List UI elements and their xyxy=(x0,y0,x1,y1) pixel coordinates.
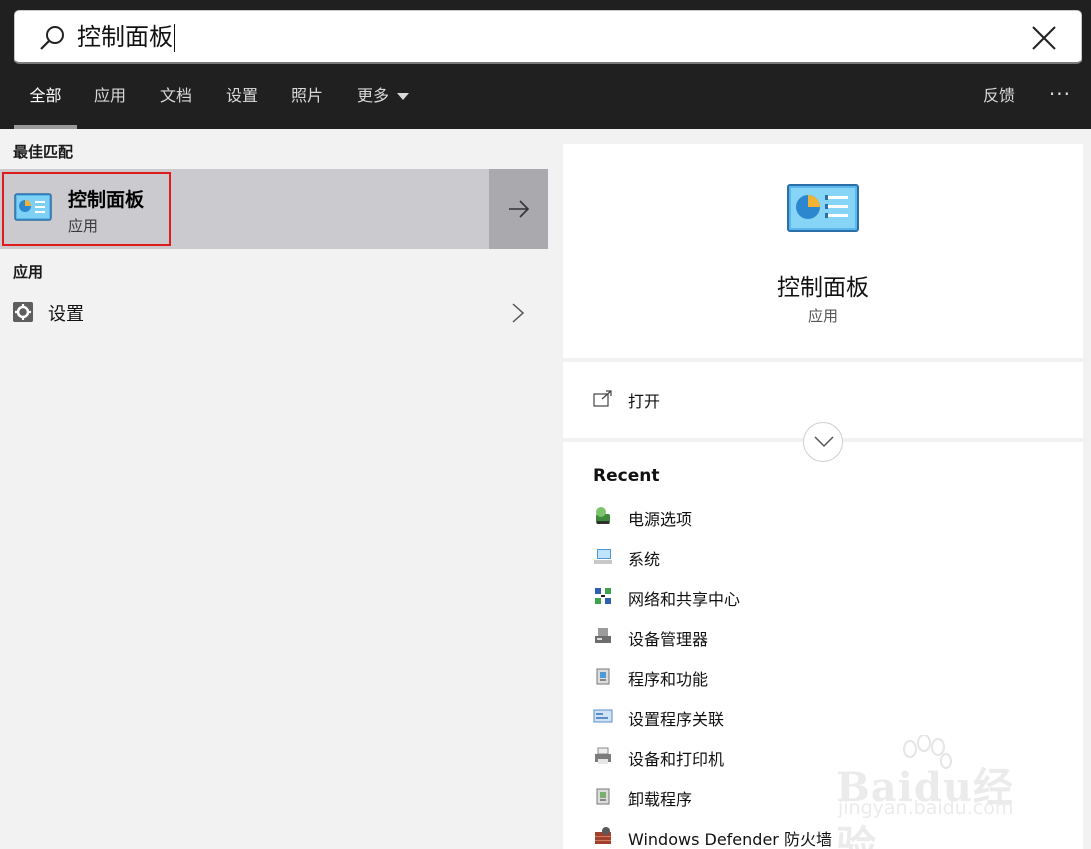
filter-tabs: 全部 应用 文档 设置 照片 更多 反馈 ··· xyxy=(0,74,1091,129)
tab-all[interactable]: 全部 xyxy=(14,74,77,129)
best-match-subtitle: 应用 xyxy=(68,217,99,235)
tab-apps[interactable]: 应用 xyxy=(88,74,132,129)
best-match-item[interactable]: 控制面板 应用 xyxy=(0,169,487,249)
app-item-settings[interactable]: 设置 xyxy=(0,292,548,332)
apps-heading: 应用 xyxy=(13,263,44,281)
power-options-icon xyxy=(596,507,610,524)
firewall-icon xyxy=(595,827,611,844)
recent-item-label: 电源选项 xyxy=(628,510,693,529)
app-item-label: 设置 xyxy=(48,304,84,325)
system-icon xyxy=(594,549,612,564)
feedback-button[interactable]: 反馈 xyxy=(983,74,1015,117)
open-button[interactable]: 打开 xyxy=(563,382,1083,418)
best-match-title: 控制面板 xyxy=(68,189,145,211)
search-input[interactable]: 控制面板 xyxy=(77,21,175,53)
tab-photos[interactable]: 照片 xyxy=(285,74,329,129)
recent-item[interactable]: 网络和共享中心 xyxy=(593,582,1073,612)
recent-item-label: Windows Defender 防火墙 xyxy=(628,830,832,849)
open-label: 打开 xyxy=(628,392,661,411)
recent-item-label: 程序和功能 xyxy=(628,670,709,689)
recent-item-label: 设备管理器 xyxy=(628,630,709,649)
open-details-button[interactable] xyxy=(489,169,548,249)
recent-item[interactable]: 程序和功能 xyxy=(593,662,1073,692)
programs-icon xyxy=(596,668,610,685)
baidu-watermark: Baidu经验 jingyan.baidu.com xyxy=(836,735,1036,849)
uninstall-icon xyxy=(596,788,610,805)
search-box[interactable]: 控制面板 xyxy=(14,10,1082,64)
best-match-row: 控制面板 应用 xyxy=(0,169,548,249)
tab-label: 全部 xyxy=(29,86,62,105)
tab-label: 应用 xyxy=(93,86,126,105)
arrow-right-icon xyxy=(509,200,530,218)
app-preview-card: 控制面板 应用 xyxy=(563,144,1083,358)
expand-button[interactable] xyxy=(803,422,843,462)
chevron-right-icon xyxy=(512,303,525,323)
search-header: 控制面板 全部 应用 文档 设置 照片 更多 反馈 ··· xyxy=(0,0,1091,129)
tab-more[interactable]: 更多 xyxy=(350,74,416,129)
recent-heading: Recent xyxy=(593,466,660,486)
printer-icon xyxy=(595,747,611,764)
recent-item[interactable]: 系统 xyxy=(593,542,1073,572)
network-icon xyxy=(595,588,611,604)
more-options-button[interactable]: ··· xyxy=(1049,74,1071,114)
best-match-heading: 最佳匹配 xyxy=(13,143,74,161)
open-icon xyxy=(593,390,612,407)
results-panel: 最佳匹配 控制面板 应用 应用 设置 xyxy=(0,129,548,849)
recent-item-label: 设置程序关联 xyxy=(628,710,725,729)
recent-item-label: 设备和打印机 xyxy=(628,750,725,769)
tab-label: 照片 xyxy=(290,86,323,105)
chevron-down-icon xyxy=(397,93,409,100)
default-programs-icon xyxy=(593,709,613,723)
recent-item[interactable]: 设置程序关联 xyxy=(593,702,1073,732)
watermark-site: jingyan.baidu.com xyxy=(838,797,1014,819)
tab-documents[interactable]: 文档 xyxy=(154,74,198,129)
gear-icon xyxy=(13,302,33,322)
recent-item[interactable]: 设备管理器 xyxy=(593,622,1073,652)
recent-item[interactable]: 电源选项 xyxy=(593,502,1073,532)
app-title: 控制面板 xyxy=(777,275,869,301)
close-icon[interactable] xyxy=(1029,23,1059,53)
tab-label: 设置 xyxy=(225,86,258,105)
app-subtitle: 应用 xyxy=(807,307,838,325)
tab-settings[interactable]: 设置 xyxy=(220,74,264,129)
chevron-down-icon xyxy=(814,436,834,448)
tab-label: 文档 xyxy=(159,86,192,105)
tab-label: 更多 xyxy=(356,86,389,105)
recent-item-label: 网络和共享中心 xyxy=(628,590,741,609)
control-panel-icon xyxy=(14,193,52,221)
recent-item-label: 系统 xyxy=(628,550,661,569)
search-icon xyxy=(40,26,64,50)
control-panel-icon xyxy=(787,184,859,232)
recent-item-label: 卸载程序 xyxy=(628,790,693,809)
device-manager-icon xyxy=(595,628,611,643)
